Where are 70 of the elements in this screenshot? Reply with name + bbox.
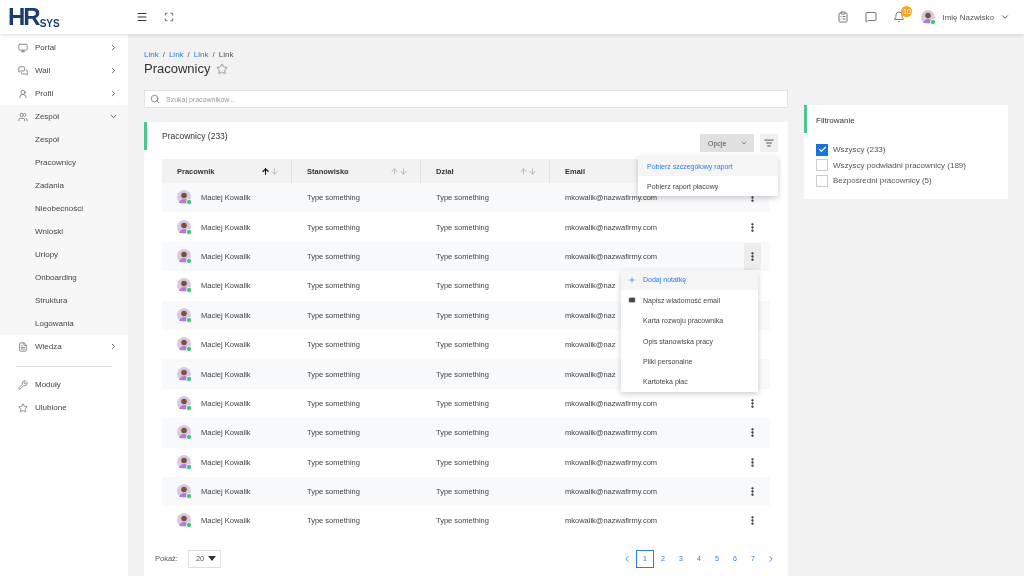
- chevron-right-icon[interactable]: [109, 89, 118, 98]
- avatar: [177, 366, 192, 382]
- breadcrumb-current: Link: [218, 50, 234, 59]
- clipboard-icon[interactable]: [837, 11, 850, 23]
- caret-icon[interactable]: [207, 556, 216, 562]
- sidebar-subitem[interactable]: Nieobecności: [0, 197, 128, 220]
- sidebar-item[interactable]: Zespół: [0, 105, 128, 128]
- sidebar-subitem[interactable]: Onboarding: [0, 266, 128, 289]
- more-icon[interactable]: [743, 242, 761, 270]
- avatar: [177, 337, 192, 353]
- sidebar-item[interactable]: Moduły: [0, 373, 128, 396]
- sidebar-item[interactable]: Wall: [0, 59, 128, 82]
- sort-icon[interactable]: [261, 166, 279, 176]
- sidebar-subitem[interactable]: Wnioski: [0, 220, 128, 243]
- mail-icon: [628, 296, 636, 305]
- avatar: [177, 484, 192, 500]
- checkbox-label[interactable]: Wszyscy (233): [833, 145, 886, 155]
- logo[interactable]: HRSYS: [8, 5, 136, 29]
- chevron-right-icon[interactable]: [109, 342, 118, 351]
- sidebar-subitem[interactable]: Logowania: [0, 312, 128, 335]
- chevron-right-icon[interactable]: [109, 43, 118, 52]
- user-menu[interactable]: Imię Nazwisko: [921, 9, 1010, 25]
- page-title: Pracownicy: [144, 61, 211, 76]
- chat-icon[interactable]: [865, 11, 878, 23]
- avatar: [177, 190, 192, 206]
- filter-icon[interactable]: [760, 134, 778, 152]
- checkbox[interactable]: [816, 159, 828, 172]
- checkbox-label[interactable]: Bezpośredni pracownicy (5): [833, 176, 932, 186]
- breadcrumb-link[interactable]: Link: [168, 50, 184, 59]
- breadcrumb-link[interactable]: Link: [193, 50, 209, 59]
- avatar: [177, 248, 192, 264]
- user-icon[interactable]: [18, 88, 28, 99]
- breadcrumb-separator: /: [187, 50, 190, 59]
- avatar: [177, 513, 192, 529]
- sidebar-subitem[interactable]: Zadania: [0, 174, 128, 197]
- sidebar-item[interactable]: Wiedza: [0, 335, 128, 358]
- sidebar-subitem[interactable]: Zespół: [0, 128, 128, 151]
- avatar: [177, 454, 192, 470]
- avatar: [177, 278, 192, 294]
- chevron-down-icon[interactable]: [1000, 12, 1010, 22]
- avatar: [921, 9, 937, 25]
- filter-title: Filtrowanie: [816, 114, 856, 127]
- sidebar-item[interactable]: Profil: [0, 82, 128, 105]
- monitor-icon[interactable]: [18, 42, 28, 53]
- breadcrumb-separator: /: [212, 50, 215, 59]
- document-icon[interactable]: [18, 341, 28, 352]
- checkbox[interactable]: [816, 174, 828, 187]
- avatar: [177, 219, 192, 235]
- breadcrumb-link[interactable]: Link: [144, 50, 159, 59]
- sidebar-subitem[interactable]: Urlopy: [0, 243, 128, 266]
- wrench-icon[interactable]: [18, 379, 28, 390]
- star-icon[interactable]: [18, 402, 28, 413]
- sidebar-item[interactable]: Ulubione: [0, 396, 128, 419]
- card-title: Pracownicy (233): [162, 131, 229, 141]
- avatar: [177, 395, 192, 411]
- sidebar-subitem[interactable]: Pracownicy: [0, 151, 128, 174]
- fullscreen-icon[interactable]: [164, 12, 174, 22]
- favorite-star-icon[interactable]: [216, 62, 229, 75]
- breadcrumb-separator: /: [162, 50, 165, 59]
- sidebar-subitem[interactable]: Struktura: [0, 289, 128, 312]
- sidebar-item[interactable]: Portal: [0, 36, 128, 59]
- chat-icon[interactable]: [18, 65, 28, 76]
- avatar: [177, 307, 192, 323]
- checkbox-label[interactable]: Wszyscy podwładni pracownicy (189): [833, 160, 966, 170]
- avatar: [177, 425, 192, 441]
- plus-icon: [628, 275, 636, 284]
- chevron-right-icon[interactable]: [109, 66, 118, 75]
- users-icon[interactable]: [18, 111, 28, 122]
- menu-icon[interactable]: [136, 11, 148, 23]
- chevron-down-icon[interactable]: [109, 112, 118, 121]
